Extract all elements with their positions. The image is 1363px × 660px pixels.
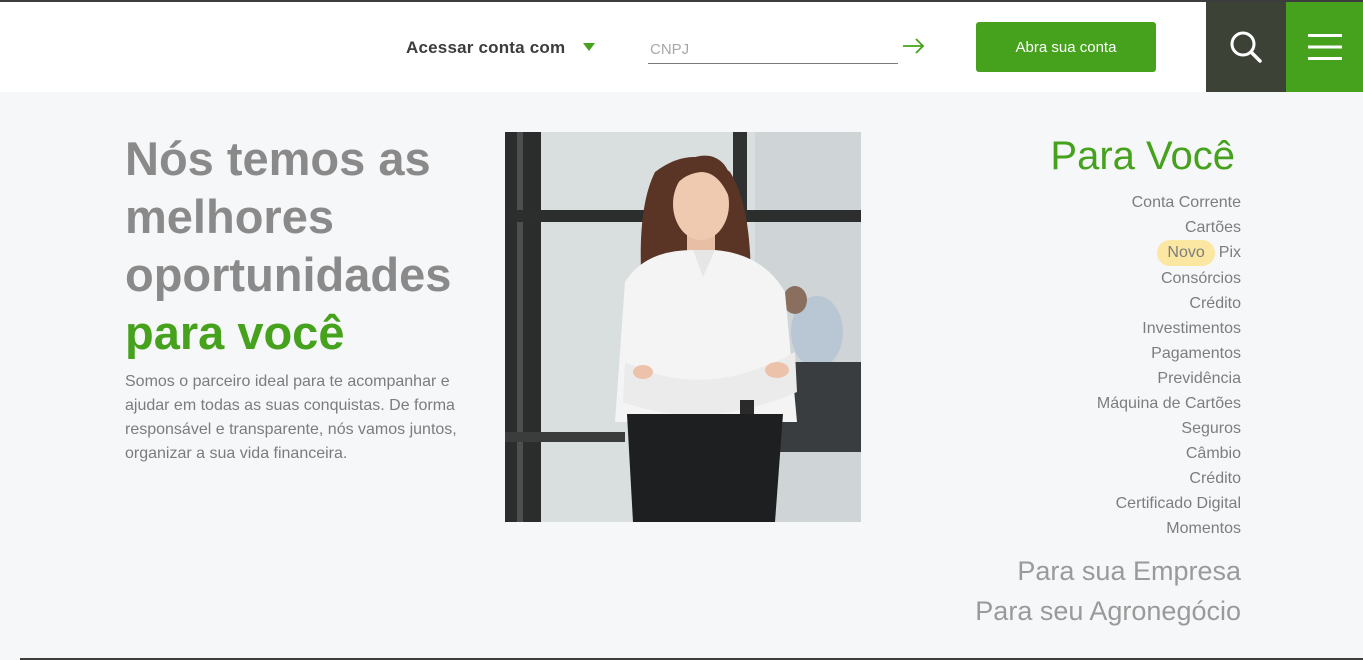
menu-item-conta-corrente[interactable]: Conta Corrente <box>1097 190 1241 215</box>
menu-item-seguros[interactable]: Seguros <box>1097 416 1241 441</box>
menu-item-cambio[interactable]: Câmbio <box>1097 441 1241 466</box>
para-voce-menu: Conta Corrente Cartões Novo Pix Consórcio… <box>1097 190 1241 541</box>
menu-item-maquina-de-cartoes[interactable]: Máquina de Cartões <box>1097 391 1241 416</box>
chevron-down-icon[interactable] <box>583 43 595 51</box>
menu-item-pix[interactable]: Novo Pix <box>1097 240 1241 266</box>
menu-item-momentos[interactable]: Momentos <box>1097 516 1241 541</box>
search-button[interactable] <box>1206 2 1286 92</box>
headline-green-text: para você <box>125 306 345 359</box>
menu-item-cartoes[interactable]: Cartões <box>1097 215 1241 240</box>
section-title-para-voce[interactable]: Para Você <box>1050 134 1235 179</box>
new-badge: Novo <box>1157 240 1215 266</box>
menu-item-previdencia[interactable]: Previdência <box>1097 366 1241 391</box>
arrow-right-icon[interactable] <box>902 36 926 56</box>
hamburger-menu-icon <box>1307 34 1342 60</box>
menu-item-certificado-digital[interactable]: Certificado Digital <box>1097 491 1241 516</box>
site-header: Acessar conta com Abra sua conta <box>0 2 1363 92</box>
open-account-button[interactable]: Abra sua conta <box>976 22 1156 72</box>
section-link-para-sua-empresa[interactable]: Para sua Empresa <box>1017 556 1241 587</box>
section-link-para-seu-agronegocio[interactable]: Para seu Agronegócio <box>975 596 1241 627</box>
menu-item-consorcios[interactable]: Consórcios <box>1097 266 1241 291</box>
headline-gray-text: Nós temos as melhores oportunidades <box>125 132 452 301</box>
menu-item-pagamentos[interactable]: Pagamentos <box>1097 341 1241 366</box>
menu-item-pix-label: Pix <box>1218 244 1241 261</box>
menu-item-investimentos[interactable]: Investimentos <box>1097 316 1241 341</box>
menu-item-credito-2[interactable]: Crédito <box>1097 466 1241 491</box>
hero-intro-text: Somos o parceiro ideal para te acompanha… <box>125 373 457 462</box>
cnpj-input[interactable] <box>648 35 898 64</box>
menu-item-credito[interactable]: Crédito <box>1097 291 1241 316</box>
hero-headline: Nós temos as melhores oportunidades para… <box>125 130 485 362</box>
menu-button[interactable] <box>1286 2 1363 92</box>
hero-photo <box>505 132 861 522</box>
search-icon <box>1230 31 1262 63</box>
login-account-label[interactable]: Acessar conta com <box>406 38 565 58</box>
woman-portrait-image <box>505 132 861 522</box>
